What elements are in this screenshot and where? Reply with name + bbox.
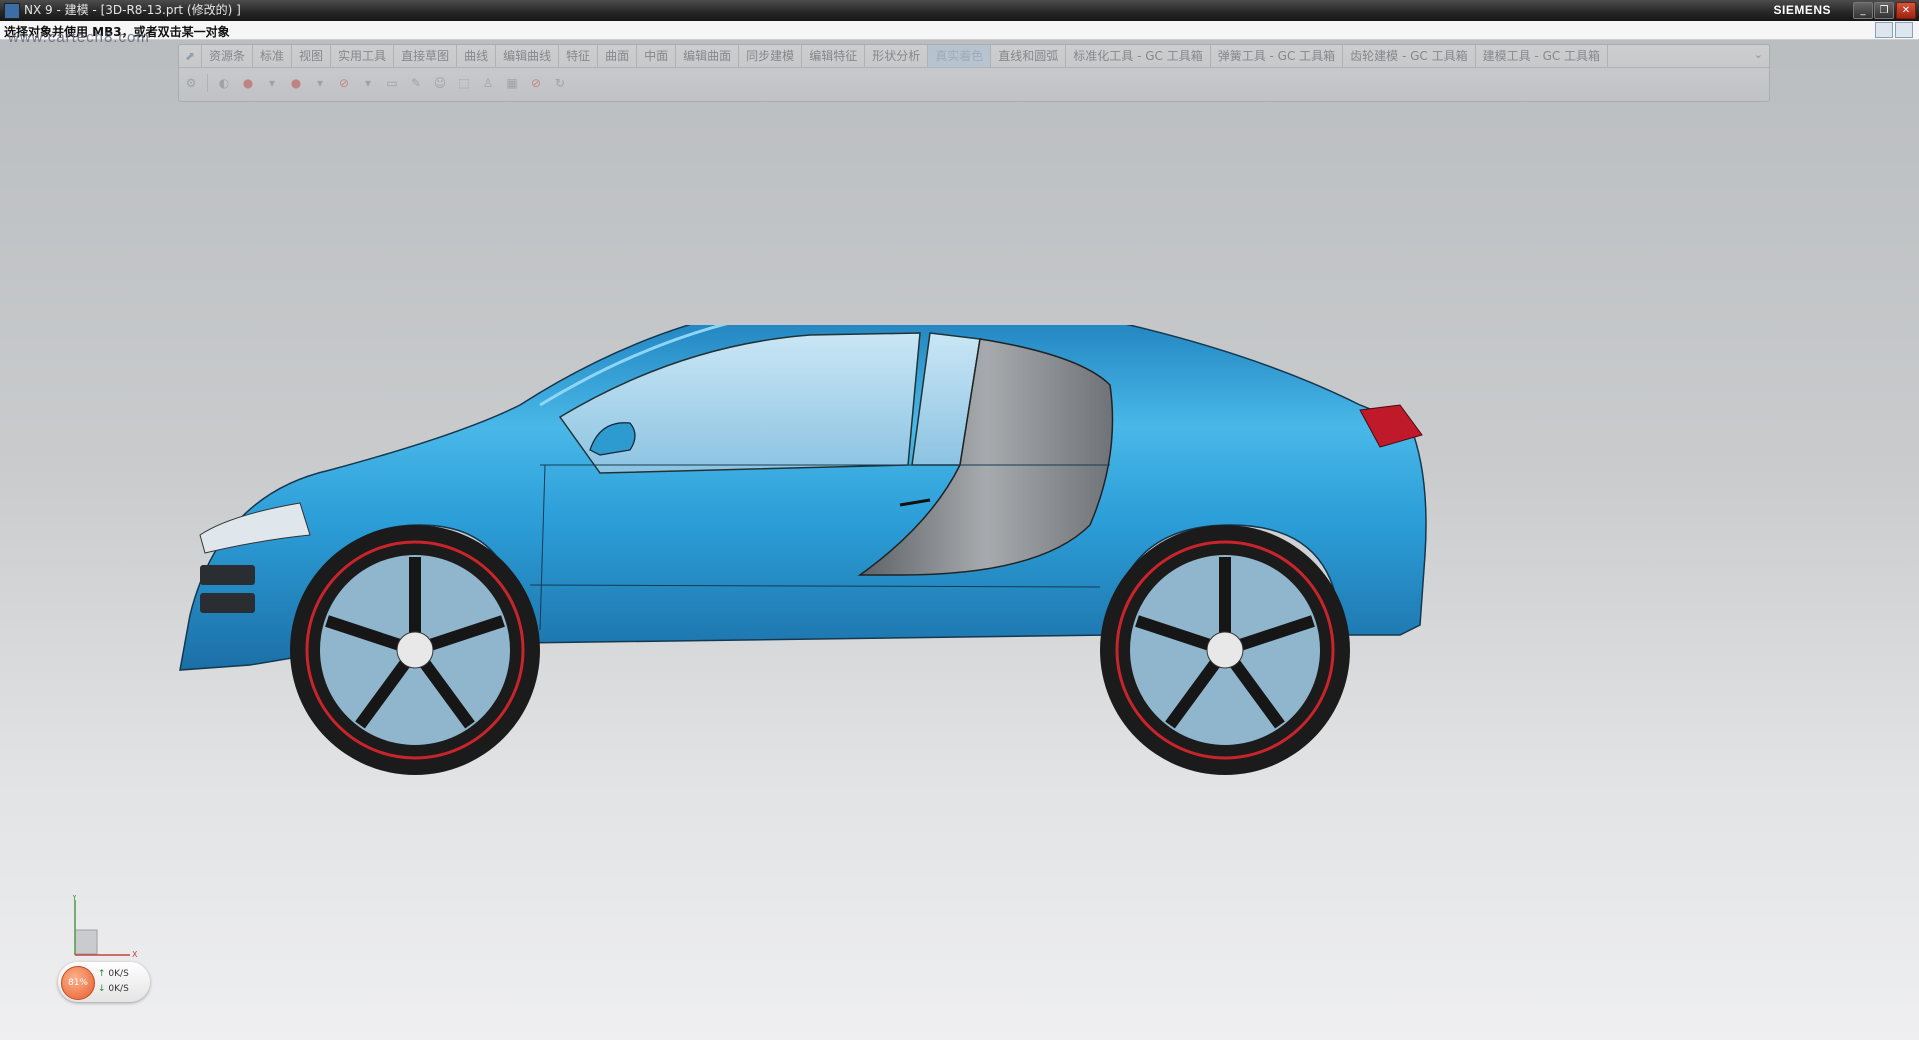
ribbon-tab[interactable]: 资源条 <box>202 45 254 67</box>
ribbon-menu-icon[interactable]: ⬈ <box>179 45 202 67</box>
ribbon-options-icon[interactable]: ⌄ <box>1754 48 1763 61</box>
background-icon[interactable]: ▭ <box>383 75 401 91</box>
ribbon-tab[interactable]: 真实着色 <box>928 45 992 67</box>
ribbon-tab[interactable]: 实用工具 <box>331 45 395 67</box>
pattern-icon[interactable]: ▦ <box>503 75 521 91</box>
minimize-icon: _ <box>1860 5 1866 16</box>
title-bar: NX 9 - 建模 - [3D-R8-13.prt (修改的) ] SIEMEN… <box>0 0 1919 21</box>
car-model-viewport[interactable] <box>160 325 1760 825</box>
ribbon-tab[interactable]: 视图 <box>292 45 332 67</box>
no-entry-2-icon[interactable]: ⊘ <box>527 75 545 91</box>
arrow-up-icon: ↑ <box>98 969 106 979</box>
ribbon-tab[interactable]: 建模工具 - GC 工具箱 <box>1476 45 1609 67</box>
y-axis-label: Y <box>71 895 77 902</box>
window-title: NX 9 - 建模 - [3D-R8-13.prt (修改的) ] <box>24 3 241 17</box>
ribbon-toolbar: ⬈ 资源条 标准 视图 实用工具 直接草图 曲线 编辑曲线 特征 曲面 中面 编辑曲面 同步建模 编辑特… <box>178 44 1770 102</box>
ribbon-tab[interactable]: 特征 <box>559 45 599 67</box>
ribbon-tab[interactable]: 同步建模 <box>739 45 803 67</box>
upload-value: 0K/S <box>108 969 129 979</box>
minimize-button[interactable]: _ <box>1853 2 1873 19</box>
front-wheel <box>290 525 540 775</box>
cpu-percent-badge: 81% <box>61 966 95 1000</box>
ribbon-tabs: ⬈ 资源条 标准 视图 实用工具 直接草图 曲线 编辑曲线 特征 曲面 中面 编辑曲面 同步建模 编辑特… <box>179 45 1769 68</box>
ribbon-tools: ⚙ ◐ ● ▾ ● ▾ ⊘ ▾ ▭ ✎ ☺ ⬚ ♙ ▦ ⊘ ↻ <box>179 68 1769 98</box>
front-intake-lower <box>200 593 255 613</box>
ribbon-tab[interactable]: 编辑曲面 <box>676 45 740 67</box>
shading-icon[interactable]: ◐ <box>215 75 233 91</box>
download-value: 0K/S <box>108 984 129 994</box>
red-sphere-icon[interactable]: ● <box>239 75 257 91</box>
x-axis-label: X <box>132 950 138 959</box>
prompt-line: 选择对象并使用 MB3，或者双击某一对象 <box>0 21 1919 40</box>
ribbon-tab[interactable]: 编辑曲线 <box>496 45 560 67</box>
ribbon-tab[interactable]: 编辑特征 <box>802 45 866 67</box>
ribbon-tab[interactable]: 中面 <box>637 45 677 67</box>
ribbon-tab[interactable]: 形状分析 <box>865 45 929 67</box>
layout-icon[interactable] <box>1875 22 1893 38</box>
refresh-icon[interactable]: ↻ <box>551 75 569 91</box>
ribbon-tab[interactable]: 标准 <box>253 45 293 67</box>
siemens-logo: SIEMENS <box>1773 3 1831 17</box>
box-icon[interactable]: ⬚ <box>455 75 473 91</box>
ribbon-tab[interactable]: 直线和圆弧 <box>991 45 1067 67</box>
watermark-text: www.cartech8.com <box>8 29 150 46</box>
ribbon-tab[interactable]: 弹簧工具 - GC 工具箱 <box>1211 45 1344 67</box>
figure-icon[interactable]: ♙ <box>479 75 497 91</box>
front-intake-upper <box>200 565 255 585</box>
triad-cube <box>74 929 98 955</box>
ribbon-tab[interactable]: 标准化工具 - GC 工具箱 <box>1066 45 1211 67</box>
pen-icon[interactable]: ✎ <box>407 75 425 91</box>
ribbon-tab[interactable]: 齿轮建模 - GC 工具箱 <box>1343 45 1476 67</box>
fullscreen-icon[interactable] <box>1895 22 1913 38</box>
ribbon-tab[interactable]: 曲面 <box>598 45 638 67</box>
close-button[interactable]: ✕ <box>1896 2 1916 19</box>
download-speed: ↓ 0K/S <box>98 984 129 994</box>
restore-icon: ❐ <box>1879 5 1889 16</box>
gear-icon[interactable]: ⚙ <box>182 75 200 91</box>
dropdown-icon[interactable]: ▾ <box>263 75 281 91</box>
dropdown-2-icon[interactable]: ▾ <box>311 75 329 91</box>
nx-app-icon[interactable] <box>4 3 20 19</box>
ribbon-tab[interactable]: 曲线 <box>457 45 497 67</box>
close-icon: ✕ <box>1901 5 1911 16</box>
view-triad[interactable]: Y X <box>60 895 150 965</box>
tool-separator <box>207 74 208 92</box>
dropdown-3-icon[interactable]: ▾ <box>359 75 377 91</box>
network-speed-widget[interactable]: 81% ↑ 0K/S ↓ 0K/S <box>58 962 150 1002</box>
status-icons <box>1873 22 1913 42</box>
arrow-down-icon: ↓ <box>98 984 106 994</box>
person-icon[interactable]: ☺ <box>431 75 449 91</box>
red-sphere-2-icon[interactable]: ● <box>287 75 305 91</box>
upload-speed: ↑ 0K/S <box>98 969 129 979</box>
no-entry-icon[interactable]: ⊘ <box>335 75 353 91</box>
rear-wheel <box>1100 525 1350 775</box>
restore-button[interactable]: ❐ <box>1874 2 1894 19</box>
ribbon-tab[interactable]: 直接草图 <box>394 45 458 67</box>
